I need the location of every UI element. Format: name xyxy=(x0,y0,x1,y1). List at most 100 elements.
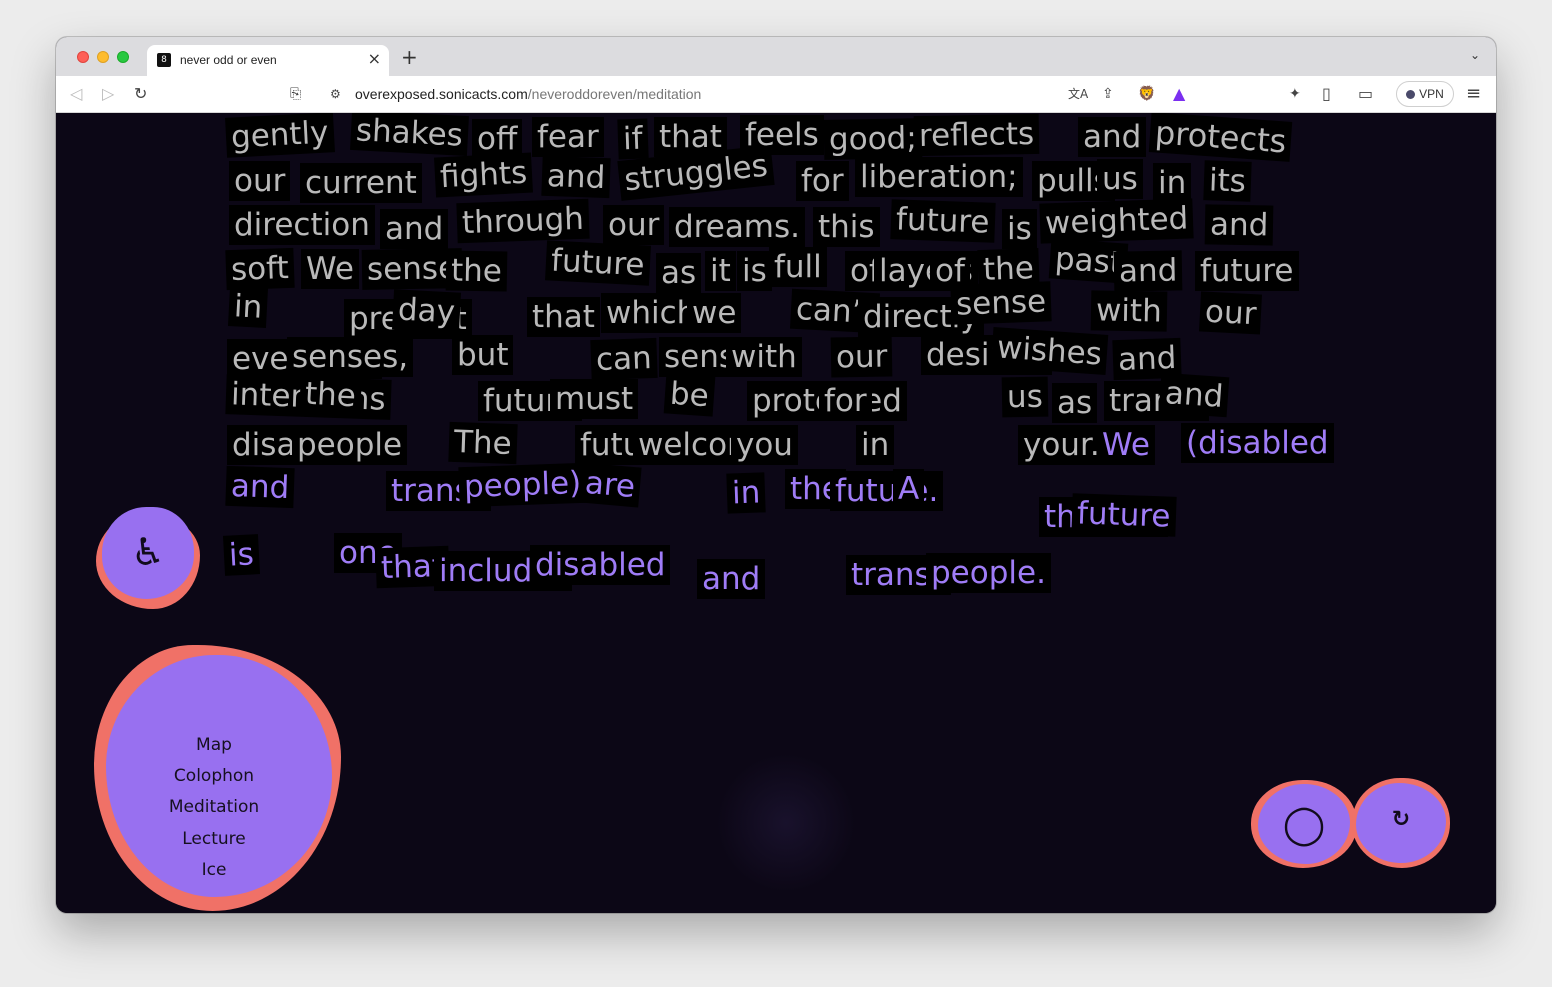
meditation-word: us xyxy=(1001,376,1049,418)
meditation-word: future. xyxy=(830,471,944,511)
url-text[interactable]: overexposed.sonicacts.com/neveroddoreven… xyxy=(355,86,701,102)
meditation-word: liberation; xyxy=(855,157,1023,197)
meditation-word: it xyxy=(705,251,736,291)
meditation-word: we xyxy=(687,293,742,333)
close-window-button[interactable] xyxy=(77,51,89,63)
menu-icon[interactable]: ≡ xyxy=(1466,84,1481,104)
nav-item-meditation[interactable]: Meditation xyxy=(94,797,334,817)
meditation-word: good; xyxy=(823,118,923,160)
maximize-window-button[interactable] xyxy=(117,51,129,63)
meditation-word: and xyxy=(225,465,296,509)
meditation-word: our xyxy=(1198,291,1263,335)
forward-icon[interactable]: ▷ xyxy=(102,84,114,104)
meditation-word: fights xyxy=(434,152,534,198)
nav-item-map[interactable]: Map xyxy=(94,735,334,755)
back-icon[interactable]: ◁ xyxy=(70,84,82,104)
meditation-word: our xyxy=(830,336,893,378)
meditation-word: for xyxy=(796,161,849,201)
meditation-word: in xyxy=(856,425,895,465)
meditation-word: reflects xyxy=(913,113,1040,157)
meditation-word: shakes xyxy=(350,113,469,157)
meditation-word: in xyxy=(1153,163,1192,203)
meditation-word: soft xyxy=(225,247,295,291)
share-icon[interactable]: ⇪ xyxy=(1102,84,1114,104)
meditation-word: with xyxy=(726,337,802,377)
nav-item-lecture[interactable]: Lecture xyxy=(94,829,334,849)
tab-list-chevron-icon[interactable]: ⌄ xyxy=(1470,48,1480,62)
meditation-word: its xyxy=(1203,160,1252,202)
meditation-word: and xyxy=(1158,372,1230,418)
minimize-window-button[interactable] xyxy=(97,51,109,63)
browser-toolbar: ◁ ▷ ↻ ⎘ ⚙ overexposed.sonicacts.com/neve… xyxy=(56,76,1496,113)
meditation-word: with xyxy=(1090,290,1168,332)
brave-shields-icon[interactable]: 🦁 xyxy=(1138,84,1155,104)
meditation-word: direction xyxy=(229,205,375,245)
meditation-page: gently shakes off fear if that feels good; refle… xyxy=(56,113,1496,913)
meditation-word: is xyxy=(737,251,772,291)
meditation-word: and xyxy=(541,155,612,199)
meditation-word: as xyxy=(656,253,702,293)
meditation-word: is xyxy=(1002,209,1037,249)
meditation-word: people. xyxy=(926,553,1051,593)
vpn-button[interactable]: VPN xyxy=(1396,81,1454,107)
meditation-word: gently xyxy=(225,113,335,158)
accessibility-icon: ♿ xyxy=(130,530,166,574)
meditation-word: fear xyxy=(532,117,604,157)
accessibility-button[interactable]: ♿ xyxy=(96,507,202,609)
sidebar-icon[interactable]: ▯ xyxy=(1322,84,1331,104)
meditation-word: day xyxy=(391,289,462,333)
meditation-word: weighted xyxy=(1039,198,1194,244)
nav-item-ice[interactable]: Ice xyxy=(94,860,334,880)
meditation-word: sense xyxy=(950,281,1052,325)
meditation-word: you xyxy=(731,425,798,465)
bookmark-icon[interactable]: ⎘ xyxy=(290,84,301,104)
meditation-word: The xyxy=(448,421,518,465)
meditation-word: the xyxy=(298,373,362,417)
meditation-word: disabled xyxy=(530,545,671,585)
circle-icon: ◯ xyxy=(1282,802,1326,846)
meditation-word: can xyxy=(590,337,658,381)
leo-icon[interactable]: ✦ xyxy=(1289,84,1301,104)
meditation-word: full xyxy=(769,247,827,287)
meditation-word: A xyxy=(893,469,925,509)
nav-item-colophon[interactable]: Colophon xyxy=(94,766,334,786)
active-tab[interactable]: 8 never odd or even × xyxy=(147,45,389,76)
meditation-word: for xyxy=(819,381,872,421)
brave-rewards-icon[interactable]: ▲ xyxy=(1173,84,1185,104)
meditation-word: us xyxy=(1097,159,1143,199)
meditation-word: future xyxy=(545,240,651,286)
translate-icon[interactable]: 文A xyxy=(1068,84,1088,104)
meditation-word: and xyxy=(1113,250,1183,292)
background-glow xyxy=(716,753,856,893)
vpn-status-icon xyxy=(1406,90,1416,99)
meditation-word: (disabled xyxy=(1181,423,1334,463)
meditation-word: in xyxy=(726,472,766,514)
site-info-icon[interactable]: ⚙ xyxy=(330,84,341,104)
meditation-word: are xyxy=(578,462,642,508)
meditation-word: current xyxy=(300,163,422,203)
meditation-word: our xyxy=(603,205,665,245)
meditation-word: must xyxy=(550,379,639,419)
meditation-word: senses, xyxy=(287,337,414,377)
meditation-word: wishes xyxy=(990,327,1109,375)
play-toggle-button[interactable]: ◯ xyxy=(1251,778,1357,870)
meditation-word: through xyxy=(456,198,590,244)
meditation-word: and xyxy=(1204,204,1274,246)
site-favicon-icon: 8 xyxy=(157,53,171,67)
meditation-word: as xyxy=(1052,383,1098,423)
reload-icon[interactable]: ↻ xyxy=(134,84,147,104)
new-tab-button[interactable]: + xyxy=(401,47,418,67)
meditation-word: and xyxy=(380,209,449,249)
meditation-word: is xyxy=(222,534,260,576)
meditation-word: We xyxy=(301,249,359,289)
meditation-word: and xyxy=(697,559,766,599)
meditation-word: but xyxy=(452,335,514,375)
meditation-word: that xyxy=(527,297,600,337)
vpn-label: VPN xyxy=(1419,87,1444,101)
meditation-word: dreams. xyxy=(669,207,806,247)
tab-strip: 8 never odd or even × + ⌄ xyxy=(56,37,1496,76)
wallet-icon[interactable]: ▭ xyxy=(1358,84,1373,104)
replay-button[interactable]: ↻ xyxy=(1352,778,1452,870)
close-tab-icon[interactable]: × xyxy=(368,50,381,68)
replay-icon: ↻ xyxy=(1391,807,1411,832)
